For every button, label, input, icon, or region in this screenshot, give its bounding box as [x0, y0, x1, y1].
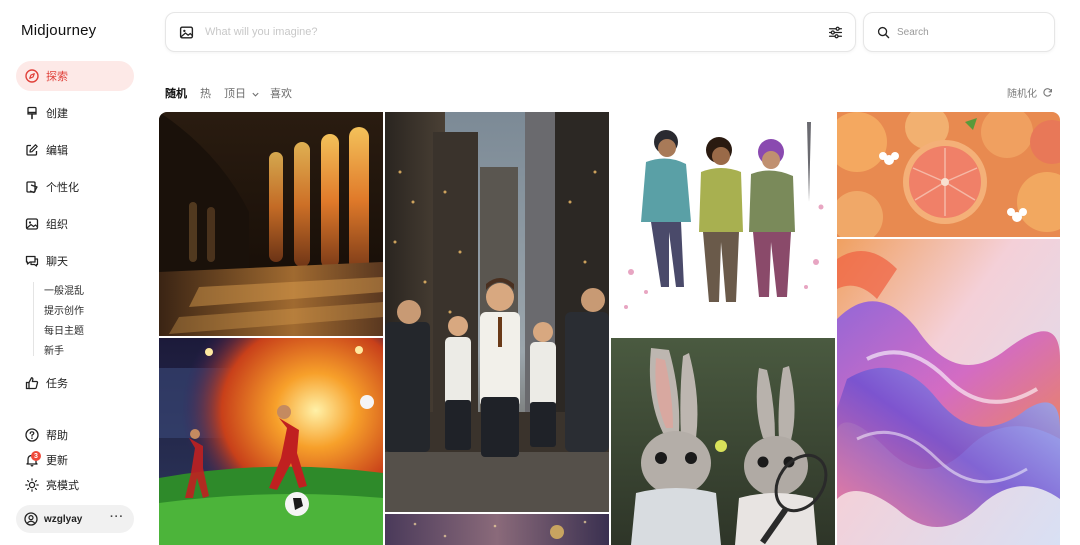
updates-count-badge: 3	[31, 451, 41, 461]
gallery-image[interactable]	[611, 112, 835, 336]
search-box[interactable]: Search	[863, 12, 1055, 52]
gallery-image[interactable]	[385, 112, 609, 512]
nav-personalize-label: 个性化	[46, 182, 79, 194]
imagine-bar[interactable]: What will you imagine?	[165, 12, 856, 52]
nav-organize[interactable]: 组织	[16, 209, 134, 239]
nav-updates-label: 更新	[46, 455, 68, 467]
nav-personalize[interactable]: 个性化	[16, 172, 134, 202]
nav-edit[interactable]: 编辑	[16, 135, 134, 165]
imagine-input[interactable]: What will you imagine?	[205, 26, 318, 38]
sidebar: Midjourney 探索 创建 编辑 个性化 组织 聊天 一般混乱 提示创作 …	[0, 0, 150, 545]
image-upload-icon[interactable]	[179, 25, 194, 45]
nav-light-mode-label: 亮模式	[46, 480, 79, 492]
tab-likes[interactable]: 喜欢	[270, 85, 292, 101]
shuffle-button[interactable]: 随机化	[1007, 85, 1053, 100]
app-brand[interactable]: Midjourney	[21, 22, 96, 39]
chevron-down-icon	[252, 92, 259, 97]
nav-explore[interactable]: 探索	[16, 61, 134, 91]
nav-explore-label: 探索	[46, 71, 68, 83]
tab-top-day[interactable]: 顶日	[224, 85, 260, 101]
brush-icon	[24, 105, 40, 121]
nav-tasks[interactable]: 任务	[16, 368, 134, 398]
nav-light-mode[interactable]: 亮模式	[16, 470, 134, 500]
chat-room-item[interactable]: 新手	[44, 342, 64, 357]
sun-icon	[24, 477, 40, 493]
chat-icon	[24, 253, 40, 269]
chat-rooms-divider	[33, 282, 34, 356]
nav-create[interactable]: 创建	[16, 98, 134, 128]
tab-hot[interactable]: 热	[200, 85, 211, 101]
shuffle-label: 随机化	[1007, 89, 1037, 100]
user-avatar-icon	[24, 512, 38, 526]
refresh-icon	[1043, 88, 1052, 97]
tab-top-day-label: 顶日	[224, 88, 246, 100]
chat-room-item[interactable]: 提示创作	[44, 302, 84, 317]
search-icon	[877, 26, 890, 44]
gallery-image[interactable]	[611, 338, 835, 545]
gallery-image[interactable]	[385, 514, 609, 545]
user-account-button[interactable]: wzglyay ···	[16, 505, 134, 533]
personalize-icon	[24, 179, 40, 195]
nav-organize-label: 组织	[46, 219, 68, 231]
settings-sliders-icon[interactable]	[828, 25, 843, 45]
nav-edit-label: 编辑	[46, 145, 68, 157]
nav-help-label: 帮助	[46, 430, 68, 442]
nav-create-label: 创建	[46, 108, 68, 120]
nav-chat[interactable]: 聊天	[16, 246, 134, 276]
username: wzglyay	[44, 513, 83, 525]
more-options-icon[interactable]: ···	[110, 511, 124, 523]
tab-random[interactable]: 随机	[165, 85, 187, 101]
nav-tasks-label: 任务	[46, 378, 68, 390]
help-icon	[24, 427, 40, 443]
gallery-image[interactable]	[837, 112, 1060, 237]
search-input[interactable]: Search	[897, 27, 929, 38]
compass-icon	[24, 68, 40, 84]
edit-icon	[24, 142, 40, 158]
gallery-image[interactable]	[837, 239, 1060, 545]
nav-chat-label: 聊天	[46, 256, 68, 268]
gallery-image[interactable]	[159, 112, 383, 336]
chat-room-item[interactable]: 每日主题	[44, 322, 84, 337]
image-folder-icon	[24, 216, 40, 232]
gallery-image[interactable]	[159, 338, 383, 545]
thumbs-up-icon	[24, 375, 40, 391]
chat-room-item[interactable]: 一般混乱	[44, 282, 84, 297]
